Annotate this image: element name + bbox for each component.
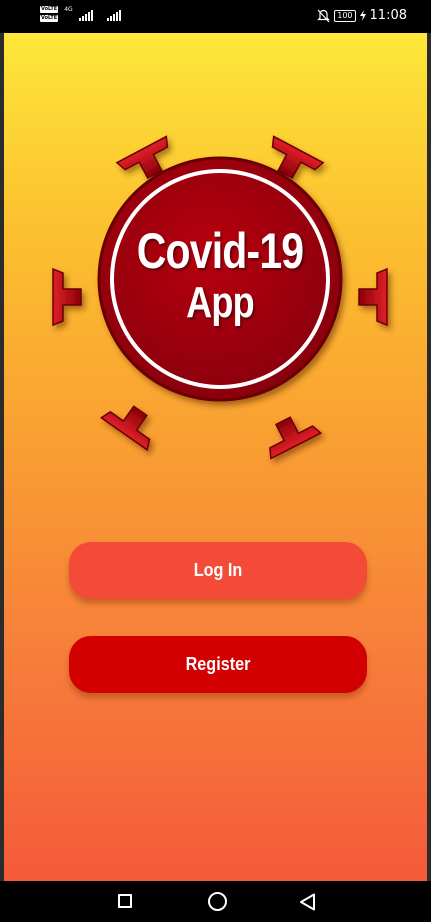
volte-indicators: VoLTE VoLTE <box>40 6 59 22</box>
volte-badge-2: VoLTE <box>40 15 59 22</box>
status-right: 100 11:08 <box>317 8 407 23</box>
signal-icon <box>78 9 93 21</box>
navigation-bar <box>0 881 431 922</box>
home-circle-icon[interactable] <box>208 892 227 911</box>
back-triangle-icon[interactable] <box>299 893 317 911</box>
logo-title-line2: App <box>186 278 254 327</box>
login-button[interactable]: Log In <box>69 542 367 599</box>
clock: 11:08 <box>369 8 407 23</box>
battery-icon: 100 <box>334 9 356 22</box>
recents-square-icon[interactable] <box>118 894 132 908</box>
mute-bell-icon <box>317 9 331 22</box>
logo-title-line1: Covid-19 <box>136 223 304 279</box>
network-type: 4G <box>64 6 73 13</box>
charging-icon <box>359 10 366 21</box>
app-screen: Covid-19 App Log In Register <box>4 33 427 881</box>
register-button[interactable]: Register <box>69 636 367 693</box>
status-left: VoLTE VoLTE 4G <box>40 6 121 22</box>
login-button-label: Log In <box>193 560 243 580</box>
volte-badge-1: VoLTE <box>40 6 59 13</box>
covid-app-logo: Covid-19 App <box>40 117 400 477</box>
signal-icon-2 <box>106 9 121 21</box>
register-button-label: Register <box>185 654 251 674</box>
status-bar: VoLTE VoLTE 4G 100 11:08 <box>0 0 431 33</box>
